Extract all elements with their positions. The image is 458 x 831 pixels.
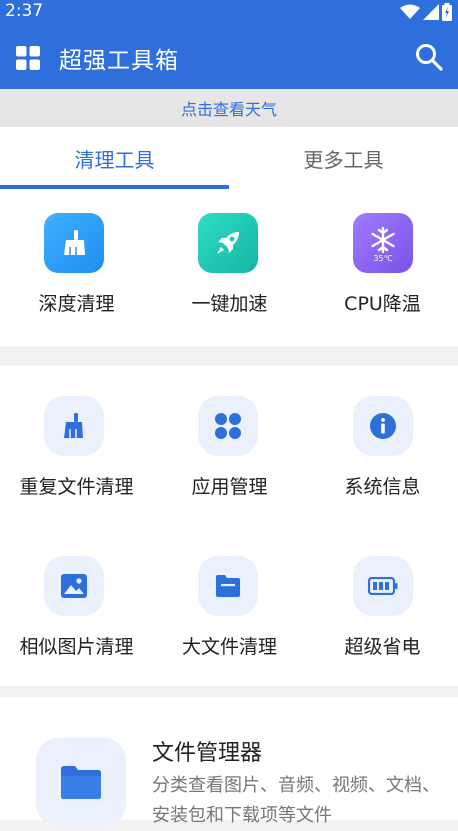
tool-large-files[interactable]: 大文件清理	[153, 526, 306, 676]
tool-cpu-cool[interactable]: 35℃ CPU降温	[306, 189, 458, 346]
wifi-icon	[400, 4, 420, 19]
tool-label: CPU降温	[344, 293, 421, 315]
tool-label: 超级省电	[344, 636, 421, 658]
tab-more-tools[interactable]: 更多工具	[229, 127, 458, 189]
status-bar: 2:37	[0, 0, 458, 24]
tool-label: 系统信息	[344, 476, 421, 498]
tool-app-manager[interactable]: 应用管理	[153, 366, 306, 516]
tool-system-info[interactable]: 系统信息	[306, 366, 458, 516]
tool-speed-up[interactable]: 一键加速	[153, 189, 306, 346]
tool-similar-images[interactable]: 相似图片清理	[0, 526, 153, 676]
tool-label: 应用管理	[191, 476, 268, 498]
file-manager-title: 文件管理器	[152, 741, 263, 766]
image-icon	[44, 556, 104, 616]
tool-label: 大文件清理	[181, 636, 277, 658]
apps-icon	[198, 396, 258, 456]
battery-status-icon	[442, 3, 452, 21]
tool-label: 重复文件清理	[19, 476, 134, 498]
tool-deep-clean[interactable]: 深度清理	[0, 189, 153, 346]
app-bar: 超强工具箱	[0, 24, 458, 89]
broom-icon	[44, 213, 104, 273]
featured-tools-section: 深度清理 一键加速 35℃ CPU降温	[0, 189, 458, 346]
status-time: 2:37	[5, 1, 44, 21]
grid-menu-icon[interactable]	[16, 46, 40, 70]
tab-bar: 清理工具 更多工具	[0, 127, 458, 189]
search-icon[interactable]	[414, 42, 444, 72]
tool-label: 一键加速	[191, 293, 268, 315]
battery-icon	[353, 556, 413, 616]
signal-icon	[423, 4, 439, 20]
status-icons	[400, 3, 452, 21]
weather-banner[interactable]: 点击查看天气	[0, 89, 458, 127]
file-icon	[198, 556, 258, 616]
rocket-icon	[198, 213, 258, 273]
broom-icon	[44, 396, 104, 456]
tool-super-power-save[interactable]: 超级省电	[306, 526, 458, 676]
folder-icon	[36, 738, 126, 826]
tool-label: 深度清理	[38, 293, 115, 315]
tool-label: 相似图片清理	[19, 636, 134, 658]
file-manager-card[interactable]: 文件管理器 分类查看图片、音频、视频、文档、安装包和下载项等文件	[0, 697, 458, 826]
tools-grid-section: 重复文件清理 应用管理 系统信息 相似图片清理 大文件清理 超级省电	[0, 366, 458, 686]
info-icon	[353, 396, 413, 456]
tool-duplicate-files[interactable]: 重复文件清理	[0, 366, 153, 516]
app-title: 超强工具箱	[59, 48, 179, 74]
tab-cleaning-tools[interactable]: 清理工具	[0, 127, 229, 189]
temperature-badge: 35℃	[373, 253, 393, 263]
snowflake-icon: 35℃	[353, 213, 413, 273]
file-manager-description: 分类查看图片、音频、视频、文档、安装包和下载项等文件	[152, 775, 440, 826]
